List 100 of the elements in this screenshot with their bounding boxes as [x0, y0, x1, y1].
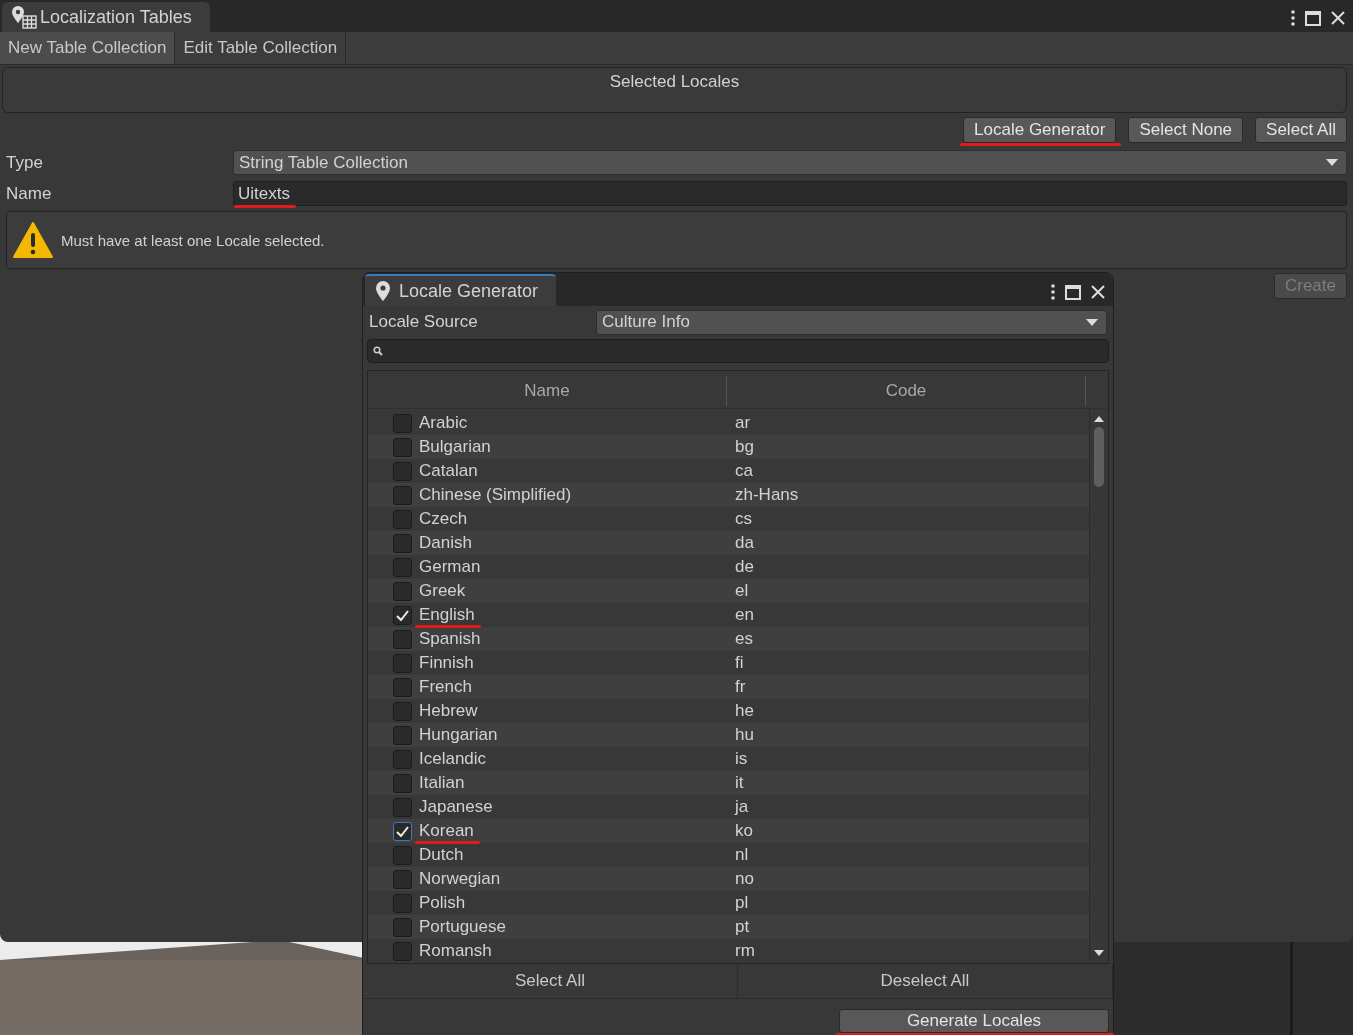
locale-code: it — [735, 773, 744, 793]
locale-code: is — [735, 749, 748, 769]
toolbar-tab[interactable]: New Table Collection — [0, 32, 176, 64]
locale-name: Polish — [419, 893, 466, 912]
dropdown-caret-icon — [1086, 318, 1098, 326]
locale-code: en — [735, 605, 754, 625]
locale-name: Hungarian — [419, 725, 498, 744]
checkbox[interactable] — [393, 605, 412, 625]
locale-name: Finnish — [419, 653, 474, 672]
locale-name: Romansh — [419, 941, 492, 960]
dropdown-caret-icon — [1326, 159, 1338, 166]
locale-code: hu — [735, 725, 754, 745]
checkbox[interactable] — [393, 653, 412, 673]
locale-code: pl — [735, 893, 749, 913]
window-tab[interactable]: Localization Tables — [2, 2, 210, 32]
checkbox[interactable] — [393, 437, 412, 457]
locale-name: Hebrew — [419, 701, 478, 720]
checkbox[interactable] — [393, 485, 412, 505]
name-field[interactable]: Uitexts — [233, 181, 1347, 206]
column-header[interactable]: Code — [727, 376, 1086, 406]
locale-code: ca — [735, 461, 753, 481]
maximize-icon[interactable] — [1065, 284, 1081, 300]
locale-code: fr — [735, 677, 746, 697]
checkbox[interactable] — [393, 749, 412, 769]
locale-name: Japanese — [419, 797, 493, 816]
column-header[interactable]: Name — [368, 376, 727, 406]
locale-name: Danish — [419, 533, 472, 552]
checkbox[interactable] — [393, 533, 412, 553]
checkbox[interactable] — [393, 845, 412, 865]
locale-code: nl — [735, 845, 749, 865]
checkbox[interactable] — [393, 869, 412, 889]
scroll-thumb[interactable] — [1094, 427, 1104, 487]
locale-name: Arabic — [419, 413, 468, 432]
field-label: Locale Source — [369, 312, 479, 332]
locale-name: Icelandic — [419, 749, 487, 768]
panel-title: Selected Locales — [609, 72, 740, 92]
locale-name: English — [419, 605, 475, 624]
locale-code: el — [735, 581, 749, 601]
locale-code: de — [735, 557, 754, 577]
locale-name: Spanish — [419, 629, 481, 648]
checkbox[interactable] — [393, 821, 412, 841]
locale-name: Bulgarian — [419, 437, 491, 456]
locale-code: he — [735, 701, 754, 721]
checkbox[interactable] — [393, 581, 412, 601]
checkbox[interactable] — [393, 893, 412, 913]
toolbar-tab[interactable]: Edit Table Collection — [175, 32, 347, 64]
scroll-up-icon[interactable] — [1094, 415, 1104, 423]
locale-name: Greek — [419, 581, 466, 600]
locale-code: ja — [735, 797, 749, 817]
locale-code: da — [735, 533, 754, 553]
locale-name: French — [419, 677, 472, 696]
toolbar-button[interactable]: Select All — [1255, 117, 1347, 143]
locale-code: cs — [735, 509, 752, 529]
toolbar-button[interactable]: Select None — [1128, 117, 1244, 143]
checkbox[interactable] — [393, 629, 412, 649]
source-dropdown[interactable]: Culture Info — [596, 309, 1107, 335]
warning-icon — [13, 222, 53, 258]
window-tab[interactable]: Locale Generator — [365, 274, 557, 306]
locale-name: Czech — [419, 509, 468, 528]
close-icon[interactable] — [1091, 285, 1105, 299]
locale-name: Korean — [419, 821, 474, 840]
locale-name: German — [419, 557, 481, 576]
close-icon[interactable] — [1331, 11, 1345, 25]
footer-button[interactable]: Select All — [363, 964, 738, 998]
window-title: Locale Generator — [399, 280, 539, 302]
checkbox[interactable] — [393, 941, 412, 961]
checkbox[interactable] — [393, 413, 412, 433]
locale-code: es — [735, 629, 753, 649]
locale-code: fi — [735, 653, 744, 673]
locale-code: rm — [735, 941, 755, 961]
warning-message: Must have at least one Locale selected. — [61, 231, 325, 249]
checkbox[interactable] — [393, 509, 412, 529]
locale-name: Chinese (Simplified) — [419, 485, 572, 504]
more-options-icon[interactable] — [1291, 10, 1295, 26]
pin-icon — [375, 280, 391, 302]
pin-table-icon — [10, 5, 38, 29]
locale-code: ko — [735, 821, 753, 841]
locale-code: ar — [735, 413, 751, 433]
search-field[interactable] — [367, 339, 1109, 363]
locale-code: zh-Hans — [735, 485, 799, 505]
type-dropdown[interactable]: String Table Collection — [233, 150, 1347, 175]
locale-name: Portuguese — [419, 917, 506, 936]
maximize-icon[interactable] — [1305, 10, 1321, 26]
more-options-icon[interactable] — [1051, 284, 1055, 300]
checkbox[interactable] — [393, 917, 412, 937]
checkbox[interactable] — [393, 701, 412, 721]
locale-code: no — [735, 869, 754, 889]
footer-button[interactable]: Deselect All — [738, 964, 1113, 998]
checkbox[interactable] — [393, 461, 412, 481]
checkbox[interactable] — [393, 557, 412, 577]
scroll-down-icon[interactable] — [1094, 949, 1104, 957]
checkbox[interactable] — [393, 677, 412, 697]
checkbox[interactable] — [393, 725, 412, 745]
locale-code: bg — [735, 437, 754, 457]
locale-name: Catalan — [419, 461, 478, 480]
locale-code: pt — [735, 917, 750, 937]
locale-name: Italian — [419, 773, 465, 792]
checkbox[interactable] — [393, 773, 412, 793]
locale-name: Dutch — [419, 845, 464, 864]
checkbox[interactable] — [393, 797, 412, 817]
